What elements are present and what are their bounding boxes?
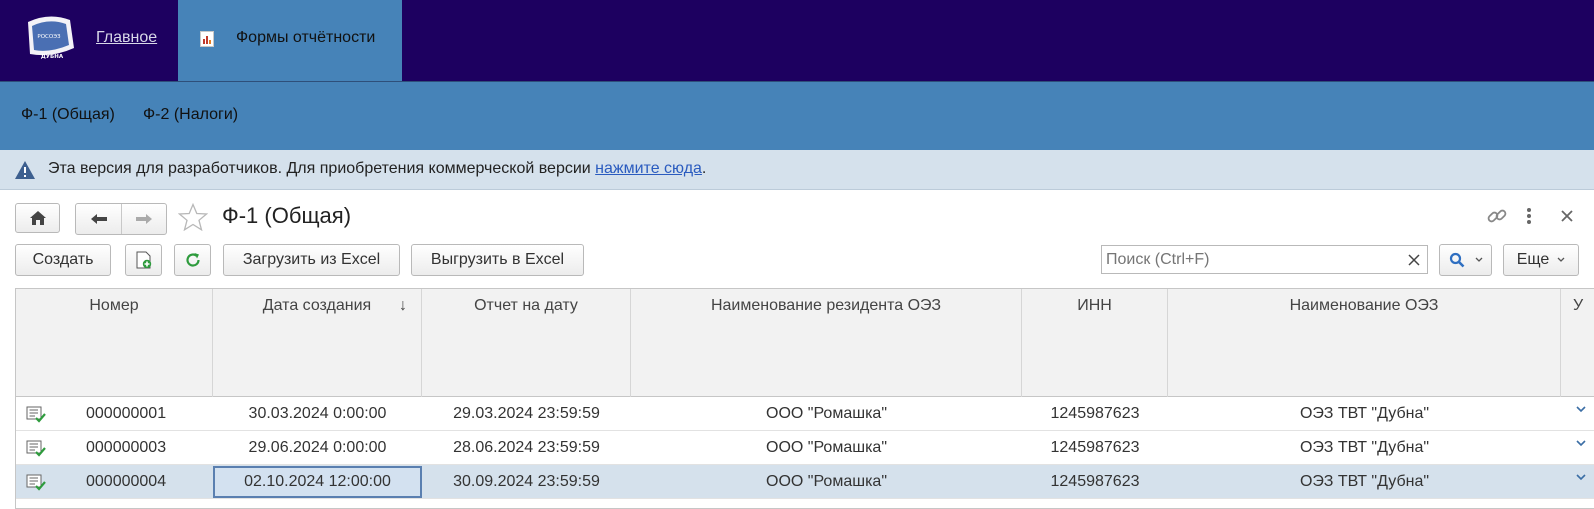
logo-text-top: РОСОЭЗ (37, 34, 61, 40)
column-header-created[interactable]: Дата создания ↓ (213, 289, 422, 397)
section-panel: Ф-1 (Общая) Ф-2 (Налоги) (0, 82, 1594, 150)
column-header-report-date[interactable]: Отчет на дату (422, 289, 631, 397)
column-header-inn[interactable]: ИНН (1022, 289, 1168, 397)
cell-zone: ОЭЗ ТВТ "Дубна" (1299, 473, 1430, 490)
chevron-down-icon (1557, 257, 1565, 262)
create-button[interactable]: Создать (15, 244, 111, 276)
cell-created: 29.06.2024 0:00:00 (248, 439, 387, 456)
notice-purchase-link[interactable]: нажмите сюда (595, 160, 702, 177)
back-button[interactable] (76, 204, 121, 234)
home-button[interactable] (15, 203, 60, 233)
cell-inn: 1245987623 (1050, 405, 1140, 422)
notice-message: Эта версия для разработчиков. Для приобр… (48, 160, 596, 177)
sort-descending-icon: ↓ (399, 297, 407, 314)
table-row-selected[interactable]: 000000004 02.10.2024 12:00:00 30.09.2024… (16, 465, 1594, 499)
cell-resident: ООО "Ромашка" (766, 405, 887, 422)
refresh-button[interactable] (174, 244, 211, 276)
history-nav-group (75, 203, 167, 235)
cell-created-focused[interactable]: 02.10.2024 12:00:00 (213, 466, 422, 498)
section-item-f2[interactable]: Ф-2 (Налоги) (143, 106, 238, 124)
logo-text-bottom: ДУБНА (41, 54, 64, 60)
document-posted-icon (26, 474, 46, 491)
search-icon (1449, 252, 1464, 268)
top-navigation-bar: РОСОЭЗ ДУБНА Главное Формы отчётности (0, 0, 1594, 82)
link-icon[interactable] (1485, 204, 1509, 228)
notice-suffix: . (701, 160, 707, 177)
refresh-icon (185, 253, 200, 267)
logo-icon[interactable]: РОСОЭЗ ДУБНА (22, 14, 76, 62)
cell-inn: 1245987623 (1050, 439, 1140, 456)
arrow-left-icon (90, 214, 107, 224)
nav-home-link[interactable]: Главное (96, 29, 157, 47)
column-header-number[interactable]: Номер (16, 289, 213, 397)
search-input[interactable] (1101, 245, 1401, 274)
cell-report-date: 30.09.2024 23:59:59 (453, 473, 600, 490)
cell-number: 000000003 (86, 439, 167, 456)
cell-inn: 1245987623 (1050, 473, 1140, 490)
column-header-truncated[interactable]: У (1561, 289, 1594, 397)
column-header-zone[interactable]: Наименование ОЭЗ (1168, 289, 1561, 397)
cell-resident: ООО "Ромашка" (766, 473, 887, 490)
document-posted-icon (26, 406, 46, 423)
forward-button[interactable] (121, 204, 166, 234)
cell-zone: ОЭЗ ТВТ "Дубна" (1299, 405, 1430, 422)
arrow-right-icon (136, 214, 152, 224)
notice-text: Эта версия для разработчиков. Для приобр… (48, 160, 706, 178)
document-posted-icon (26, 440, 46, 457)
more-menu-label: Еще (1516, 251, 1550, 268)
cell-created: 30.03.2024 0:00:00 (248, 405, 387, 422)
warning-icon (15, 161, 35, 179)
chevron-down-icon (1576, 440, 1586, 447)
table-row[interactable]: 000000003 29.06.2024 0:00:00 28.06.2024 … (16, 431, 1594, 465)
nav-tab-label: Формы отчётности (236, 29, 376, 46)
search-options-button[interactable] (1439, 244, 1492, 276)
more-actions-icon[interactable] (1517, 204, 1541, 228)
chevron-down-icon (1576, 474, 1586, 481)
more-menu-button[interactable]: Еще (1503, 244, 1579, 276)
cell-resident: ООО "Ромашка" (766, 439, 887, 456)
nav-tab-report-forms[interactable]: Формы отчётности (178, 0, 402, 81)
cell-number: 000000001 (86, 405, 167, 422)
report-icon (200, 31, 214, 47)
export-to-excel-button[interactable]: Выгрузить в Excel (411, 244, 584, 276)
cell-zone: ОЭЗ ТВТ "Дубна" (1299, 439, 1430, 456)
cell-number: 000000004 (86, 473, 167, 490)
create-new-document-button[interactable] (125, 244, 162, 276)
home-icon (29, 211, 46, 225)
documents-table: Номер Дата создания ↓ Отчет на дату Наим… (15, 288, 1594, 509)
chevron-down-icon (1475, 257, 1482, 262)
favorite-star-icon[interactable] (178, 203, 208, 231)
table-header: Номер Дата создания ↓ Отчет на дату Наим… (16, 289, 1594, 397)
clear-icon (1407, 253, 1420, 266)
table-row[interactable]: 000000001 30.03.2024 0:00:00 29.03.2024 … (16, 397, 1594, 431)
column-header-created-label: Дата создания (262, 297, 372, 314)
add-document-icon (136, 251, 151, 269)
cell-report-date: 28.06.2024 23:59:59 (453, 439, 600, 456)
cell-report-date: 29.03.2024 23:59:59 (453, 405, 600, 422)
page-title: Ф-1 (Общая) (222, 203, 352, 228)
chevron-down-icon (1576, 406, 1586, 413)
developer-notice-bar: Эта версия для разработчиков. Для приобр… (0, 150, 1594, 190)
section-item-f1[interactable]: Ф-1 (Общая) (21, 106, 115, 124)
import-from-excel-button[interactable]: Загрузить из Excel (223, 244, 400, 276)
search-clear-button[interactable] (1400, 245, 1428, 274)
column-header-resident[interactable]: Наименование резидента ОЭЗ (631, 289, 1022, 397)
close-icon[interactable] (1555, 204, 1579, 228)
